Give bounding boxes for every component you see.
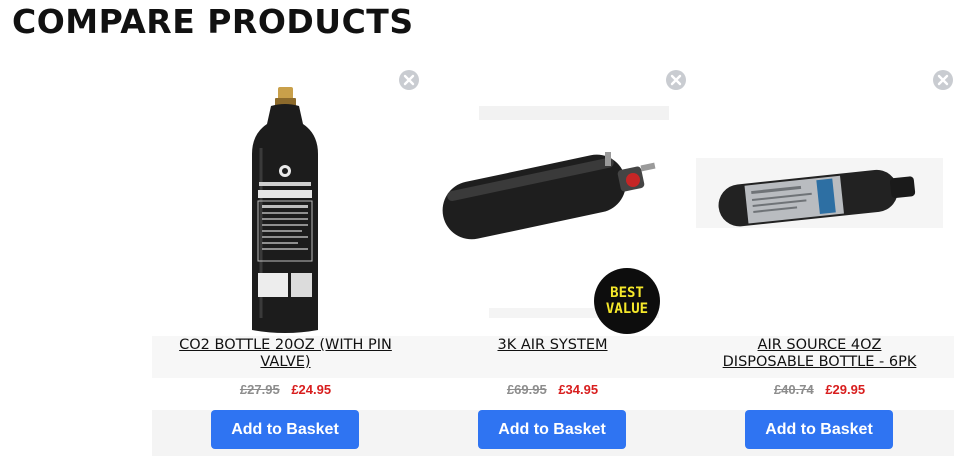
badge-line-1: BEST [610, 285, 644, 301]
product-column-2: BEST VALUE 3K AIR SYSTEM £69.95 £34.95 A… [419, 60, 686, 456]
page-title: COMPARE PRODUCTS [12, 2, 414, 41]
product-prices: £69.95 £34.95 [419, 382, 686, 398]
sale-price: £24.95 [291, 382, 332, 397]
product-name-line-2: VALVE) [260, 354, 311, 370]
best-value-badge: BEST VALUE [594, 268, 660, 334]
product-name-link[interactable]: 3K AIR SYSTEM [419, 337, 686, 354]
product-prices: £27.95 £24.95 [152, 382, 419, 398]
product-name-link[interactable]: AIR SOURCE 4OZ DISPOSABLE BOTTLE - 6PK [686, 337, 953, 371]
product-name-link[interactable]: CO2 BOTTLE 20OZ (WITH PIN VALVE) [152, 337, 419, 371]
product-prices: £40.74 £29.95 [686, 382, 953, 398]
compare-products-page: COMPARE PRODUCTS CO2 BOTTLE 20OZ (WITH P… [0, 0, 965, 456]
add-to-basket-button[interactable]: Add to Basket [211, 410, 359, 449]
old-price: £27.95 [239, 382, 280, 397]
add-to-basket-button[interactable]: Add to Basket [745, 410, 893, 449]
product-name-line-1: AIR SOURCE 4OZ [757, 337, 882, 353]
add-to-basket-button[interactable]: Add to Basket [478, 410, 626, 449]
product-column-3: AIR SOURCE 4OZ DISPOSABLE BOTTLE - 6PK £… [686, 60, 953, 456]
co2-bottle-image [252, 87, 318, 333]
product-column-1: CO2 BOTTLE 20OZ (WITH PIN VALVE) £27.95 … [152, 60, 419, 456]
sale-price: £29.95 [825, 382, 866, 397]
product-name-line-1: CO2 BOTTLE 20OZ (WITH PIN [179, 337, 392, 353]
badge-line-2: VALUE [605, 301, 649, 317]
product-name-line-1: 3K AIR SYSTEM [497, 337, 608, 353]
product-name-line-2: DISPOSABLE BOTTLE - 6PK [722, 354, 917, 370]
old-price: £40.74 [773, 382, 814, 397]
disposable-bottle-image [696, 158, 943, 228]
old-price: £69.95 [506, 382, 547, 397]
sale-price: £34.95 [558, 382, 599, 397]
